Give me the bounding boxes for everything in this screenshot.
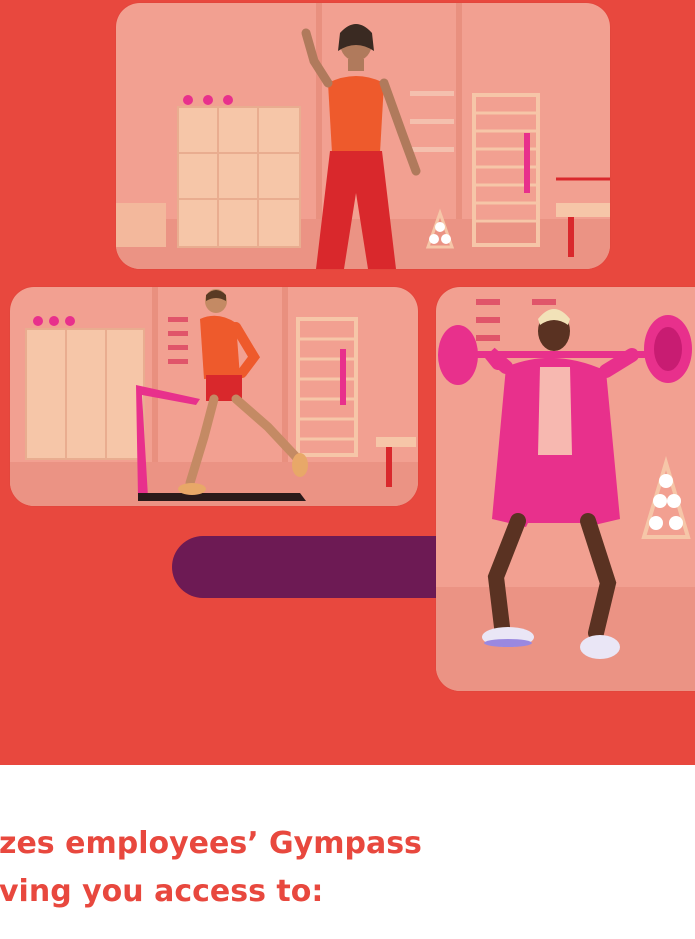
section-headline: zes employees’ Gympass ving you access t… (0, 820, 695, 916)
headline-line-1: zes employees’ Gympass (0, 826, 422, 861)
hero-banner (0, 0, 695, 765)
photo-man-running (10, 287, 418, 506)
photo-woman-squatting (436, 287, 695, 691)
photo-woman-dancing (116, 3, 610, 269)
headline-line-2: ving you access to: (0, 874, 324, 909)
